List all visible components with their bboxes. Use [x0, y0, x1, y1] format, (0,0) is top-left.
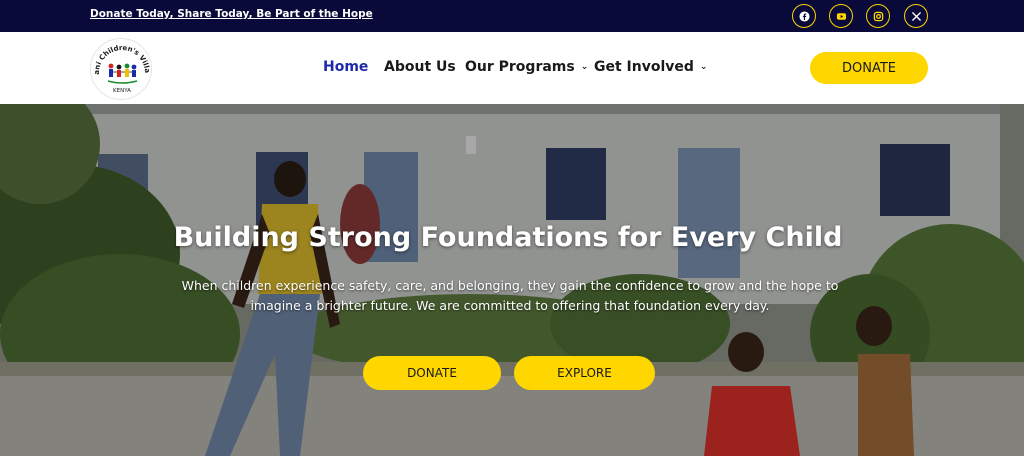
nav-get-involved-label: Get Involved [594, 59, 694, 75]
facebook-icon [798, 10, 810, 22]
donate-promo-link[interactable]: Donate Today, Share Today, Be Part of th… [90, 8, 373, 20]
top-bar: Donate Today, Share Today, Be Part of th… [0, 0, 1024, 32]
x-icon [911, 11, 921, 21]
youtube-link[interactable] [829, 4, 853, 28]
nav-get-involved[interactable]: Get Involved ⌄ [594, 59, 707, 75]
hero-section: Building Strong Foundations for Every Ch… [0, 104, 1024, 456]
youtube-icon [836, 12, 846, 20]
site-logo[interactable]: Diani Children's Village KENYA [88, 33, 152, 100]
nav-our-programs-label: Our Programs [465, 59, 575, 75]
hero-donate-button[interactable]: DONATE [363, 356, 501, 390]
logo-emblem: Diani Children's Village KENYA [88, 33, 151, 94]
facebook-link[interactable] [792, 4, 816, 28]
nav-our-programs[interactable]: Our Programs ⌄ [465, 59, 588, 75]
hero-title: Building Strong Foundations for Every Ch… [173, 222, 843, 253]
logo-kenya-text: KENYA [113, 88, 131, 94]
hero-subtitle: When children experience safety, care, a… [181, 278, 839, 313]
x-twitter-link[interactable] [904, 4, 928, 28]
svg-text:Diani Children's Village: Diani Children's Village [91, 39, 151, 75]
instagram-icon [873, 11, 883, 21]
chevron-down-icon: ⌄ [580, 62, 589, 72]
hero-explore-button[interactable]: EXPLORE [514, 356, 655, 390]
nav-home[interactable]: Home [323, 59, 368, 75]
instagram-link[interactable] [866, 4, 890, 28]
nav-about-us[interactable]: About Us [384, 59, 456, 75]
chevron-down-icon: ⌄ [699, 62, 708, 72]
header-donate-button[interactable]: DONATE [810, 52, 928, 84]
